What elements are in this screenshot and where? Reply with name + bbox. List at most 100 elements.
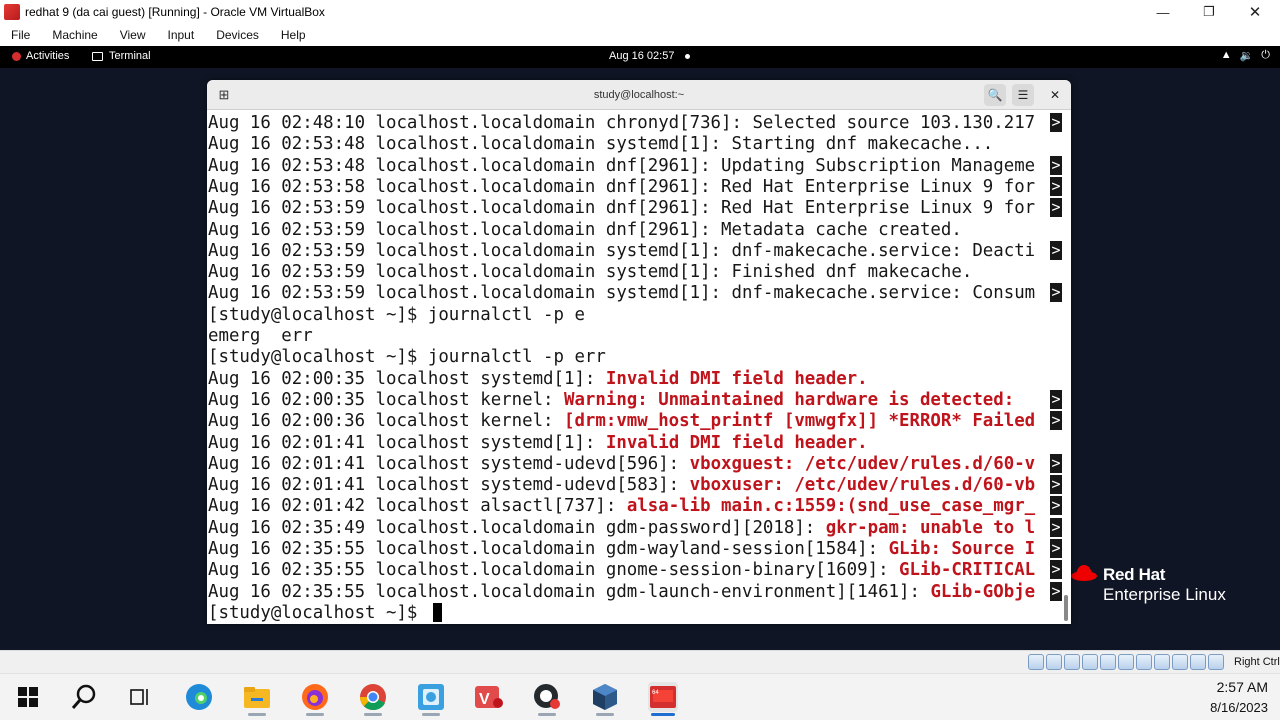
taskbar-time[interactable]: 2:57 AM — [1208, 679, 1268, 695]
usb-icon[interactable] — [1100, 654, 1116, 670]
hamburger-menu-icon[interactable]: ☰ — [1012, 84, 1034, 106]
search-taskbar-icon[interactable] — [69, 682, 99, 712]
terminal-output[interactable]: Aug 16 02:48:10 localhost.localdomain ch… — [207, 111, 1071, 624]
log-prefix: Aug 16 02:35:49 localhost.localdomain gd… — [208, 517, 826, 538]
log-error-message: gkr-pam: unable to l — [825, 517, 1036, 538]
taskbar-date[interactable]: 8/16/2023 — [1200, 700, 1268, 715]
terminal-line-text: emerg err — [208, 326, 313, 346]
terminal-line: Aug 16 02:01:42 localhost alsactl[737]: … — [208, 495, 1035, 517]
log-error-message: GLib-GObje — [930, 581, 1036, 602]
activities-button[interactable]: Activities — [12, 50, 69, 62]
network-adapter-icon[interactable] — [1082, 654, 1098, 670]
keyboard-icon[interactable] — [1208, 654, 1224, 670]
network-icon: ▲ — [1220, 49, 1232, 61]
log-error-message: GLib-CRITICAL — [899, 560, 1036, 581]
terminal-line: Aug 16 02:35:49 localhost.localdomain gd… — [208, 517, 1035, 539]
terminal-scrollbar[interactable] — [1064, 595, 1068, 621]
line-truncated-icon: > — [1050, 475, 1062, 495]
terminal-line-text: [study@localhost ~]$ — [208, 602, 428, 623]
mouse-integration-icon[interactable] — [1190, 654, 1206, 670]
redhat-icon — [12, 51, 21, 61]
optical-drive-icon[interactable] — [1046, 654, 1062, 670]
windows-taskbar: V 64 2:57 AM 8/16/2023 — [0, 673, 1280, 720]
terminal-line-text: Aug 16 02:53:59 localhost.localdomain dn… — [208, 198, 1036, 219]
search-icon[interactable]: 🔍 — [984, 84, 1006, 106]
log-prefix: Aug 16 02:01:42 localhost alsactl[737]: — [208, 496, 627, 517]
guest-desktop: Activities Terminal Aug 16 02:57 ▲ 🔉 ⏻ R… — [0, 46, 1280, 650]
cpu-icon[interactable] — [1172, 654, 1188, 670]
terminal-line: [study@localhost ~]$ — [208, 602, 428, 624]
redhat-vm-icon[interactable]: 64 — [648, 682, 678, 716]
menu-devices[interactable]: Devices — [205, 28, 270, 42]
start-icon[interactable] — [13, 682, 43, 712]
volume-icon: 🔉 — [1239, 50, 1254, 62]
terminal-line: Aug 16 02:00:35 localhost kernel: Warnin… — [208, 389, 1014, 411]
terminal-line-text: Aug 16 02:53:59 localhost.localdomain sy… — [208, 262, 973, 283]
file-explorer-icon[interactable] — [242, 682, 272, 716]
line-truncated-icon: > — [1050, 155, 1062, 175]
device-indicators — [1028, 654, 1224, 670]
clock[interactable]: Aug 16 02:57 — [609, 50, 674, 62]
menu-view[interactable]: View — [109, 28, 157, 42]
menu-file[interactable]: File — [0, 28, 41, 42]
line-truncated-icon: > — [1050, 453, 1062, 473]
vmware-icon[interactable]: V — [474, 682, 504, 712]
hdd-icon[interactable] — [1028, 654, 1044, 670]
minimize-icon[interactable]: — — [1140, 0, 1186, 24]
chrome-icon[interactable] — [358, 682, 388, 716]
virtualbox-icon[interactable] — [590, 682, 620, 716]
terminal-title: study@localhost:~ — [593, 89, 685, 101]
line-truncated-icon: > — [1050, 560, 1062, 580]
log-error-message: [drm:vmw_host_printf [vmwgfx]] *ERROR* F… — [563, 411, 1036, 432]
activities-label: Activities — [26, 50, 70, 62]
host-key-label[interactable]: Right Ctrl — [1234, 656, 1280, 668]
system-tray[interactable]: ▲ 🔉 ⏻ — [1221, 49, 1270, 62]
github-desktop-icon[interactable] — [532, 682, 562, 716]
audio-icon[interactable] — [1064, 654, 1080, 670]
task-view-icon[interactable] — [125, 682, 155, 712]
terminal-line-text: Aug 16 02:53:59 localhost.localdomain sy… — [208, 283, 1036, 304]
terminal-window: ⊞ study@localhost:~ 🔍 ☰ ✕ Aug 16 02:48:1… — [207, 80, 1071, 624]
window-title: redhat 9 (da cai guest) [Running] - Orac… — [25, 5, 325, 19]
edge-icon[interactable] — [184, 682, 214, 712]
line-truncated-icon: > — [1050, 389, 1062, 409]
terminal-line: Aug 16 02:01:41 localhost systemd-udevd[… — [208, 474, 1035, 496]
terminal-line-text: [study@localhost ~]$ journalctl -p e — [208, 304, 585, 325]
terminal-line: Aug 16 02:53:48 localhost.localdomain sy… — [208, 133, 993, 155]
power-icon: ⏻ — [1261, 49, 1270, 61]
firefox-icon[interactable] — [300, 682, 330, 716]
log-error-message: vboxguest: /etc/udev/rules.d/60-v — [689, 453, 1036, 474]
recording-icon[interactable] — [1154, 654, 1170, 670]
line-truncated-icon: > — [1050, 581, 1062, 601]
menu-input[interactable]: Input — [157, 28, 206, 42]
close-icon[interactable]: ✕ — [1232, 0, 1278, 24]
log-prefix: Aug 16 02:00:35 localhost kernel: — [208, 389, 564, 410]
terminal-line-text: [study@localhost ~]$ journalctl -p err — [208, 347, 606, 368]
display-icon[interactable] — [1136, 654, 1152, 670]
log-prefix: Aug 16 02:01:41 localhost systemd[1]: — [208, 432, 606, 453]
close-terminal-icon[interactable]: ✕ — [1044, 84, 1066, 106]
terminal-headerbar[interactable]: ⊞ study@localhost:~ 🔍 ☰ ✕ — [207, 80, 1071, 110]
brand-name: Red Hat — [1103, 565, 1166, 584]
log-error-message: Warning: Unmaintained hardware is detect… — [563, 389, 1015, 410]
terminal-line-text: Aug 16 02:53:48 localhost.localdomain dn… — [208, 155, 1036, 176]
restore-icon[interactable]: ❐ — [1186, 0, 1232, 24]
terminal-line: Aug 16 02:00:36 localhost kernel: [drm:v… — [208, 410, 1035, 432]
notification-dot-icon — [685, 54, 690, 59]
log-prefix: Aug 16 02:00:35 localhost systemd[1]: — [208, 368, 606, 389]
menu-help[interactable]: Help — [270, 28, 317, 42]
terminal-line: Aug 16 02:35:55 localhost.localdomain gn… — [208, 559, 1035, 581]
menu-machine[interactable]: Machine — [41, 28, 108, 42]
vm-app-icon[interactable] — [4, 4, 20, 20]
terminal-line-text: Aug 16 02:53:48 localhost.localdomain sy… — [208, 134, 994, 155]
redhat-logo-icon — [1071, 565, 1097, 581]
log-error-message: Invalid DMI field header. — [605, 368, 868, 389]
svg-text:64: 64 — [652, 690, 659, 696]
shared-folder-icon[interactable] — [1118, 654, 1134, 670]
log-prefix: Aug 16 02:35:55 localhost.localdomain gn… — [208, 560, 900, 581]
app-menu-terminal[interactable]: Terminal — [92, 50, 151, 62]
terminal-line: Aug 16 02:53:58 localhost.localdomain dn… — [208, 176, 1035, 198]
terminal-line: Aug 16 02:53:48 localhost.localdomain dn… — [208, 155, 1035, 177]
photos-icon[interactable] — [416, 682, 446, 716]
text-cursor — [433, 603, 442, 622]
